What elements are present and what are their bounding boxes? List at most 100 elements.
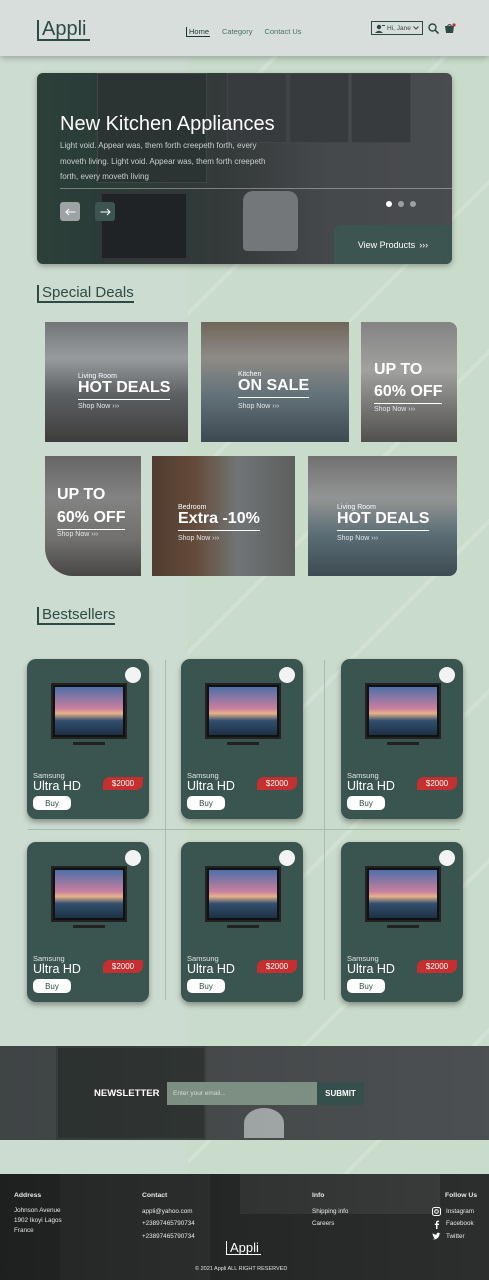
cart-icon[interactable] — [444, 22, 456, 34]
hero-next-button[interactable] — [95, 202, 115, 221]
hero-description: Light void. Appear was, them forth creep… — [60, 141, 266, 181]
tv-screen — [209, 687, 277, 735]
contact-email[interactable]: appli@yahoo.com — [142, 1206, 195, 1219]
tv-screen — [55, 870, 123, 918]
tv-stand — [73, 925, 105, 928]
wishlist-heart-icon[interactable] — [279, 850, 295, 866]
deal-overlay — [361, 322, 457, 442]
info-link-careers[interactable]: Careers — [312, 1218, 348, 1231]
product-card[interactable]: Samsung Ultra HD $2000 Buy — [27, 842, 149, 1002]
footer-contact: Contact appli@yahoo.com +2389746579073​4… — [142, 1190, 195, 1243]
wishlist-heart-icon[interactable] — [125, 850, 141, 866]
view-products-label: View Products — [357, 239, 416, 250]
buy-button[interactable]: Buy — [187, 796, 225, 810]
bestsellers-title: Bestsellers — [37, 607, 116, 625]
product-image — [51, 866, 127, 928]
copyright: © 2021 Appli ALL RIGHT RESERVED — [195, 1266, 287, 1272]
deal-headline: UP TO — [374, 361, 423, 378]
deal-card-bedroom[interactable]: Bedroom Extra -10% Shop Now ››› — [152, 456, 295, 576]
deal-headline-secondary: 60% OFF — [57, 509, 126, 530]
product-model: Ultra HD — [347, 962, 395, 976]
tv-stand — [227, 925, 259, 928]
buy-button[interactable]: Buy — [347, 979, 385, 993]
social-label: Instagram — [446, 1207, 474, 1215]
nav-contact-us[interactable]: Contact Us — [264, 27, 301, 37]
tv-stand — [387, 742, 419, 745]
deal-card-discount[interactable]: UP TO 60% OFF Shop Now ››› — [45, 456, 141, 576]
nav-home[interactable]: Home — [186, 27, 211, 37]
address-line: Johnson Avenue — [14, 1206, 61, 1214]
address-line: France — [14, 1226, 34, 1234]
deal-shop-link[interactable]: Shop Now ››› — [374, 406, 415, 413]
hero-pagination — [386, 201, 416, 207]
deal-shop-link[interactable]: Shop Now ››› — [57, 531, 98, 538]
price-badge: $2000 — [257, 777, 297, 790]
wishlist-heart-icon[interactable] — [279, 667, 295, 683]
deal-card-discount[interactable]: UP TO 60% OFF Shop Now ››› — [361, 322, 457, 442]
pagination-dot[interactable] — [386, 201, 392, 207]
newsletter-submit-button[interactable]: SUBMIT — [317, 1082, 364, 1105]
deal-headline: HOT DEALS — [337, 510, 430, 531]
deal-shop-link[interactable]: Shop Now ››› — [178, 535, 219, 542]
tv-stand — [73, 742, 105, 745]
chevrons-right-icon: ››› — [371, 535, 379, 542]
shop-now-label: Shop Now — [374, 406, 407, 413]
deal-headline: UP TO — [57, 486, 106, 503]
product-image — [205, 683, 281, 745]
buy-button[interactable]: Buy — [347, 796, 385, 810]
address-line: 1902 Ikoyi Lagos — [14, 1216, 62, 1224]
contact-phone[interactable]: +238974657907​34 — [142, 1231, 195, 1244]
wishlist-heart-icon[interactable] — [439, 667, 455, 683]
buy-button[interactable]: Buy — [187, 979, 225, 993]
buy-button[interactable]: Buy — [33, 979, 71, 993]
product-image — [205, 866, 281, 928]
site-logo[interactable]: Appli — [37, 19, 91, 41]
footer-logo[interactable]: Appli — [226, 1241, 261, 1255]
deal-headline: Extra -10% — [178, 510, 260, 531]
product-image — [51, 683, 127, 745]
deal-card-kitchen[interactable]: Kitchen ON SALE Shop Now ››› — [201, 322, 349, 442]
pagination-dot[interactable] — [410, 201, 416, 207]
arrow-right-icon — [100, 208, 111, 215]
social-link-instagram[interactable]: Instagram — [432, 1206, 477, 1219]
deal-card-living-room[interactable]: Living Room HOT DEALS Shop Now ››› — [308, 456, 457, 576]
shop-now-label: Shop Now — [57, 531, 90, 538]
product-card[interactable]: Samsung Ultra HD $2000 Buy — [181, 659, 303, 819]
nav-category[interactable]: Category — [222, 27, 252, 37]
product-card[interactable]: Samsung Ultra HD $2000 Buy — [341, 659, 463, 819]
footer-address: Address Johnson Avenue 1902 Ikoyi Lagos … — [14, 1190, 62, 1236]
contact-phone[interactable]: +2389746579073​4 — [142, 1218, 195, 1231]
footer-overlay — [0, 1174, 489, 1280]
deal-shop-link[interactable]: Shop Now ››› — [238, 403, 279, 410]
footer-heading: Info — [312, 1192, 325, 1199]
newsletter-email-input[interactable] — [167, 1082, 317, 1105]
header-actions: Hi, Jane — [371, 21, 456, 35]
hero-prev-button[interactable] — [60, 202, 80, 221]
buy-button[interactable]: Buy — [33, 796, 71, 810]
grid-divider — [28, 829, 460, 830]
wishlist-heart-icon[interactable] — [125, 667, 141, 683]
social-link-twitter[interactable]: Twitter — [432, 1231, 477, 1244]
deal-headline: ON SALE — [238, 377, 310, 398]
wishlist-heart-icon[interactable] — [439, 850, 455, 866]
product-card[interactable]: Samsung Ultra HD $2000 Buy — [181, 842, 303, 1002]
search-icon[interactable] — [428, 22, 439, 34]
chevrons-right-icon: ››› — [212, 535, 220, 542]
social-label: Twitter — [446, 1232, 465, 1240]
social-link-facebook[interactable]: Facebook — [432, 1218, 477, 1231]
info-link-shipping[interactable]: Shipping info — [312, 1206, 348, 1219]
user-menu[interactable]: Hi, Jane — [371, 21, 423, 35]
product-model: Ultra HD — [33, 962, 81, 976]
product-card[interactable]: Samsung Ultra HD $2000 Buy — [27, 659, 149, 819]
deal-card-living-room[interactable]: Living Room HOT DEALS Shop Now ››› — [45, 322, 188, 442]
deal-shop-link[interactable]: Shop Now ››› — [78, 403, 119, 410]
product-model: Ultra HD — [187, 962, 235, 976]
pagination-dot[interactable] — [398, 201, 404, 207]
copyright-text: 2021 Appli ALL RIGHT RESERVED — [200, 1266, 288, 1272]
deal-shop-link[interactable]: Shop Now ››› — [337, 535, 378, 542]
tv-screen — [55, 687, 123, 735]
hero-title: New Kitchen Appliances — [60, 113, 275, 135]
product-card[interactable]: Samsung Ultra HD $2000 Buy — [341, 842, 463, 1002]
shop-now-label: Shop Now — [178, 535, 211, 542]
view-products-button[interactable]: View Products ››› — [334, 225, 452, 264]
